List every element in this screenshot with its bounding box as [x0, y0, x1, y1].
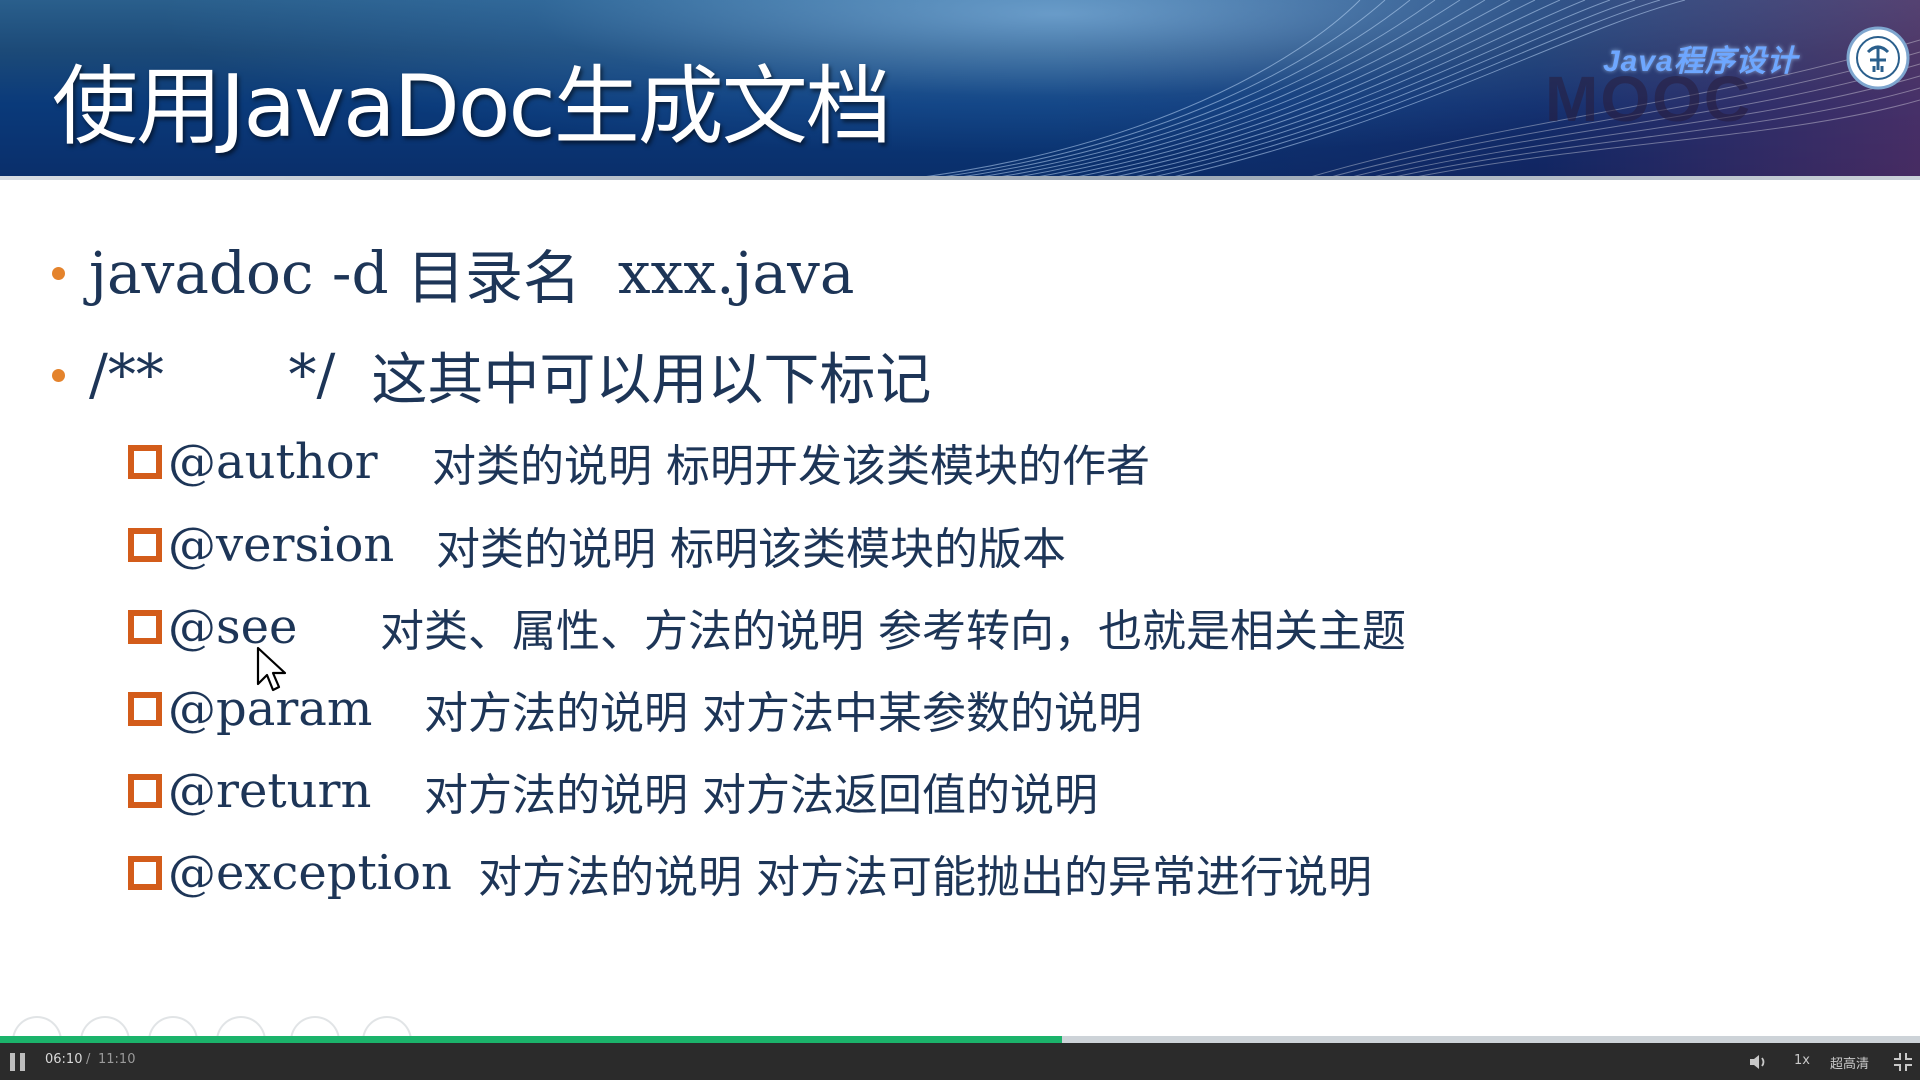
square-bullet-icon: [128, 610, 162, 644]
tag-description: 对方法的说明 对方法中某参数的说明: [424, 688, 1142, 739]
tag-description: 对类、属性、方法的说明 参考转向，也就是相关主题: [380, 606, 1406, 657]
bullet-text: 目录名: [407, 244, 582, 312]
bullet-doc-comment: /** */ 这其中可以用以下标记: [52, 340, 931, 413]
tag-item-see: @see 对类、属性、方法的说明 参考转向，也就是相关主题: [128, 597, 1406, 657]
slide-title: 使用JavaDoc生成文档: [52, 57, 892, 157]
tag-item-exception: @exception 对方法的说明 对方法可能抛出的异常进行说明: [128, 843, 1372, 903]
square-bullet-icon: [128, 445, 162, 479]
square-bullet-icon: [128, 528, 162, 562]
tag-name: @return: [168, 763, 372, 819]
tag-item-version: @version 对类的说明 标明该类模块的版本: [128, 515, 1066, 575]
bullet-dot: [52, 266, 65, 280]
tag-name: @exception: [168, 845, 452, 901]
bullet-text: 这其中可以用以下标记: [371, 347, 932, 413]
tag-name: @author: [168, 434, 378, 490]
square-bullet-icon: [128, 856, 162, 890]
bullet-tail: xxx.java: [581, 239, 855, 307]
tag-description: 对类的说明 标明该类模块的版本: [436, 524, 1066, 575]
tag-description: 对方法的说明 对方法可能抛出的异常进行说明: [478, 852, 1372, 903]
quality-button[interactable]: 超高清: [1830, 1053, 1869, 1072]
volume-icon[interactable]: [1748, 1053, 1770, 1071]
banner-bottom-edge: [0, 176, 1920, 180]
video-progress-bar[interactable]: [0, 1036, 1920, 1043]
tag-description: 对类的说明 标明开发该类模块的作者: [432, 441, 1150, 492]
tag-name: @param: [168, 681, 373, 737]
square-bullet-icon: [128, 774, 162, 808]
video-progress-fill: [0, 1036, 1062, 1043]
bullet-dot: [52, 368, 65, 382]
slide-header-banner: MOOC 使用JavaDoc生成文档 Java程序设计: [0, 0, 1920, 180]
playback-speed-button[interactable]: 1x: [1794, 1053, 1810, 1068]
pause-icon[interactable]: [10, 1053, 26, 1071]
bullet-code: javadoc -d: [89, 239, 408, 307]
bullet-javadoc-command: javadoc -d 目录名 xxx.java: [52, 238, 855, 312]
current-time: 06:10: [45, 1052, 83, 1067]
tag-item-return: @return 对方法的说明 对方法返回值的说明: [128, 761, 1098, 821]
tag-name: @version: [168, 517, 395, 573]
total-duration: 11:10: [98, 1052, 136, 1067]
square-bullet-icon: [128, 692, 162, 726]
mouse-pointer-icon: [256, 646, 287, 692]
university-seal-logo: [1846, 26, 1910, 90]
bullet-code: /** */: [89, 342, 336, 408]
tag-item-author: @author 对类的说明 标明开发该类模块的作者: [128, 432, 1150, 492]
time-separator: /: [86, 1052, 91, 1067]
course-brand-text: Java程序设计: [1603, 45, 1798, 78]
fullscreen-exit-icon[interactable]: [1893, 1052, 1913, 1072]
video-control-bar: 06:10 / 11:10 1x 超高清: [0, 1043, 1920, 1080]
tag-description: 对方法的说明 对方法返回值的说明: [424, 770, 1098, 821]
